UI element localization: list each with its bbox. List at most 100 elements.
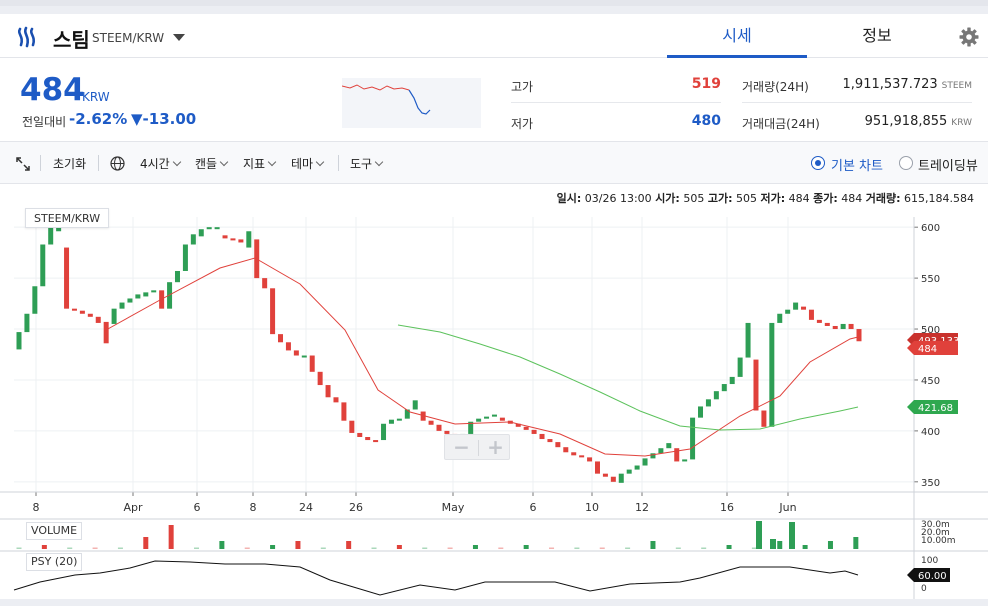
coin-name[interactable]: 스팀 (53, 24, 90, 53)
indicator-select[interactable]: 지표 (243, 155, 277, 172)
candle (499, 417, 505, 421)
zoom-control[interactable]: − + (444, 434, 510, 460)
candle (143, 292, 149, 297)
coin-panel: 스팀 STEEM/KRW 시세 정보 484 KRW 전일대비 -2.62% ▼… (0, 14, 988, 599)
gear-icon[interactable] (958, 26, 980, 48)
x-tick-label: 24 (299, 501, 313, 514)
tools-select[interactable]: 도구 (350, 155, 384, 172)
candle (777, 313, 783, 323)
volume-label: 거래량(24H) (742, 80, 809, 94)
candle (71, 308, 77, 311)
chevron-down-icon (219, 157, 229, 167)
candle (626, 469, 632, 474)
candle (634, 465, 640, 470)
candle (769, 322, 775, 427)
candle (341, 402, 347, 421)
chevron-down-icon[interactable] (173, 34, 185, 41)
theme-select[interactable]: 테마 (291, 155, 325, 172)
candle (174, 270, 180, 283)
candle (856, 329, 862, 342)
x-tick-label: Jun (778, 501, 796, 514)
toolbar-divider (338, 155, 339, 171)
volume-bar (219, 541, 225, 549)
psy-tick-label: 0 (921, 584, 927, 594)
y-tick-label: 550 (921, 274, 940, 285)
candle (594, 461, 600, 474)
toolbar-divider (98, 155, 99, 171)
candle (698, 406, 704, 418)
candle (278, 334, 284, 343)
psy-value-tag: 60.00 (918, 571, 947, 582)
volume-bar (498, 547, 504, 549)
volume-bar (371, 547, 377, 549)
interval-select[interactable]: 4시간 (140, 155, 181, 172)
y-tick-label: 350 (921, 478, 940, 489)
candle (753, 359, 759, 411)
volume-bar (320, 547, 326, 549)
psy-line (13, 560, 859, 596)
chevron-down-icon (374, 157, 384, 167)
ma-long-line (397, 324, 859, 431)
globe-icon[interactable] (110, 156, 125, 171)
basic-chart-radio[interactable] (811, 156, 825, 170)
candle (373, 440, 379, 443)
x-tick-label: 6 (530, 501, 537, 514)
price-chart[interactable]: 600 550 500 450 400 350 8 Apr 6 8 24 26 May 6 10 12 16 Ju… (0, 202, 988, 599)
candle (198, 229, 204, 237)
candle (674, 448, 680, 462)
volume-bar (41, 545, 47, 549)
x-tick-label: 8 (250, 501, 257, 514)
tradingview-label[interactable]: 트레이딩뷰 (918, 155, 978, 174)
current-price: 484 (20, 72, 85, 108)
candle (293, 350, 299, 356)
candle (666, 443, 672, 449)
coin-pair[interactable]: STEEM/KRW (92, 31, 164, 45)
candle (301, 355, 307, 358)
reset-button[interactable]: 초기화 (53, 155, 86, 172)
volume-bar (574, 547, 580, 549)
candle (246, 231, 252, 248)
tradingview-radio[interactable] (899, 156, 913, 170)
x-tick-label: 10 (585, 501, 599, 514)
volume-bar (270, 545, 276, 549)
candle (436, 424, 442, 431)
zoom-in-button[interactable]: + (479, 435, 512, 461)
high-value: 519 (691, 76, 721, 92)
candle-select[interactable]: 캔들 (195, 155, 229, 172)
volume-bar (295, 541, 301, 549)
candle (349, 420, 355, 433)
candle (658, 448, 664, 454)
y-tick-label: 450 (921, 376, 940, 387)
volume-bar (92, 547, 98, 549)
tab-info[interactable]: 정보 (807, 14, 947, 58)
candle (381, 423, 387, 441)
candle (587, 457, 593, 462)
volume-bar (523, 545, 529, 549)
candle (721, 384, 727, 392)
volume-bar (853, 537, 859, 549)
candle (761, 410, 767, 427)
chevron-down-icon (267, 157, 277, 167)
stat-divider (511, 102, 721, 103)
chart-legend: STEEM/KRW (25, 208, 110, 228)
candle (491, 414, 497, 417)
candle (484, 416, 490, 419)
zoom-out-button[interactable]: − (445, 435, 478, 461)
basic-chart-label[interactable]: 기본 차트 (831, 155, 883, 174)
candle (285, 342, 291, 351)
chart-canvas[interactable]: 6005505004504003508 Apr 6 8 24 26 May 6 10 12 16 Ju… (0, 202, 988, 599)
candle (618, 473, 624, 483)
candle (325, 385, 331, 398)
x-tick-label: 16 (720, 501, 734, 514)
amount-value: 951,918,855 KRW (864, 114, 972, 129)
tab-quote[interactable]: 시세 (667, 14, 807, 58)
expand-icon[interactable] (16, 157, 30, 171)
candle (87, 313, 93, 317)
volume-bar (625, 547, 631, 549)
chevron-down-icon (315, 157, 325, 167)
volume-bar (117, 547, 123, 549)
volume-bar (67, 547, 73, 549)
volume-bar (777, 541, 783, 549)
candle (16, 332, 22, 350)
volume-tick-label: 10.00m (921, 536, 956, 546)
